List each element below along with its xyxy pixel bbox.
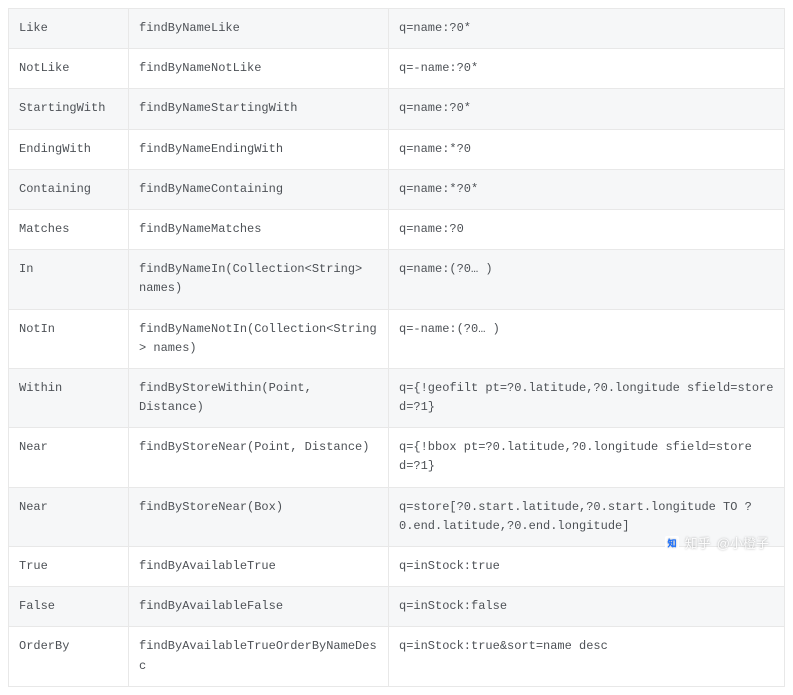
cell-method: findByNameEndingWith	[129, 129, 389, 169]
cell-keyword: StartingWith	[9, 89, 129, 129]
cell-query: q=inStock:true&sort=name desc	[389, 627, 785, 686]
cell-method: findByNameContaining	[129, 169, 389, 209]
table-row: EndingWithfindByNameEndingWithq=name:*?0	[9, 129, 785, 169]
cell-method: findByAvailableTrue	[129, 547, 389, 587]
cell-query: q=name:*?0	[389, 129, 785, 169]
cell-keyword: Containing	[9, 169, 129, 209]
table-row: ContainingfindByNameContainingq=name:*?0…	[9, 169, 785, 209]
cell-query: q=store[?0.start.latitude,?0.start.longi…	[389, 487, 785, 546]
table-row: OrderByfindByAvailableTrueOrderByNameDes…	[9, 627, 785, 686]
cell-query: q=-name:(?0… )	[389, 309, 785, 368]
cell-keyword: In	[9, 250, 129, 309]
table-row: WithinfindByStoreWithin(Point, Distance)…	[9, 368, 785, 427]
table-row: NotLikefindByNameNotLikeq=-name:?0*	[9, 49, 785, 89]
cell-keyword: NotIn	[9, 309, 129, 368]
cell-keyword: Near	[9, 487, 129, 546]
table-row: NearfindByStoreNear(Box)q=store[?0.start…	[9, 487, 785, 546]
cell-keyword: Within	[9, 368, 129, 427]
cell-keyword: Like	[9, 9, 129, 49]
table-row: TruefindByAvailableTrueq=inStock:true	[9, 547, 785, 587]
cell-method: findByNameMatches	[129, 209, 389, 249]
cell-keyword: Near	[9, 428, 129, 487]
cell-keyword: NotLike	[9, 49, 129, 89]
table-row: StartingWithfindByNameStartingWithq=name…	[9, 89, 785, 129]
cell-keyword: False	[9, 587, 129, 627]
cell-query: q={!geofilt pt=?0.latitude,?0.longitude …	[389, 368, 785, 427]
cell-method: findByNameIn(Collection<String> names)	[129, 250, 389, 309]
table-row: NotInfindByNameNotIn(Collection<String> …	[9, 309, 785, 368]
cell-keyword: EndingWith	[9, 129, 129, 169]
table-row: FalsefindByAvailableFalseq=inStock:false	[9, 587, 785, 627]
cell-method: findByStoreNear(Point, Distance)	[129, 428, 389, 487]
table-row: LikefindByNameLikeq=name:?0*	[9, 9, 785, 49]
cell-query: q={!bbox pt=?0.latitude,?0.longitude sfi…	[389, 428, 785, 487]
table-row: NearfindByStoreNear(Point, Distance)q={!…	[9, 428, 785, 487]
cell-method: findByAvailableTrueOrderByNameDesc	[129, 627, 389, 686]
cell-keyword: True	[9, 547, 129, 587]
cell-query: q=-name:?0*	[389, 49, 785, 89]
cell-method: findByStoreWithin(Point, Distance)	[129, 368, 389, 427]
cell-method: findByStoreNear(Box)	[129, 487, 389, 546]
cell-query: q=name:?0*	[389, 89, 785, 129]
cell-query: q=name:?0*	[389, 9, 785, 49]
table-row: MatchesfindByNameMatchesq=name:?0	[9, 209, 785, 249]
cell-query: q=inStock:true	[389, 547, 785, 587]
cell-query: q=name:?0	[389, 209, 785, 249]
cell-method: findByNameNotIn(Collection<String> names…	[129, 309, 389, 368]
cell-keyword: Matches	[9, 209, 129, 249]
cell-method: findByNameNotLike	[129, 49, 389, 89]
cell-method: findByNameStartingWith	[129, 89, 389, 129]
table-row: InfindByNameIn(Collection<String> names)…	[9, 250, 785, 309]
query-keywords-table: LikefindByNameLikeq=name:?0*NotLikefindB…	[8, 8, 785, 687]
cell-query: q=inStock:false	[389, 587, 785, 627]
cell-keyword: OrderBy	[9, 627, 129, 686]
cell-method: findByAvailableFalse	[129, 587, 389, 627]
cell-method: findByNameLike	[129, 9, 389, 49]
cell-query: q=name:(?0… )	[389, 250, 785, 309]
cell-query: q=name:*?0*	[389, 169, 785, 209]
